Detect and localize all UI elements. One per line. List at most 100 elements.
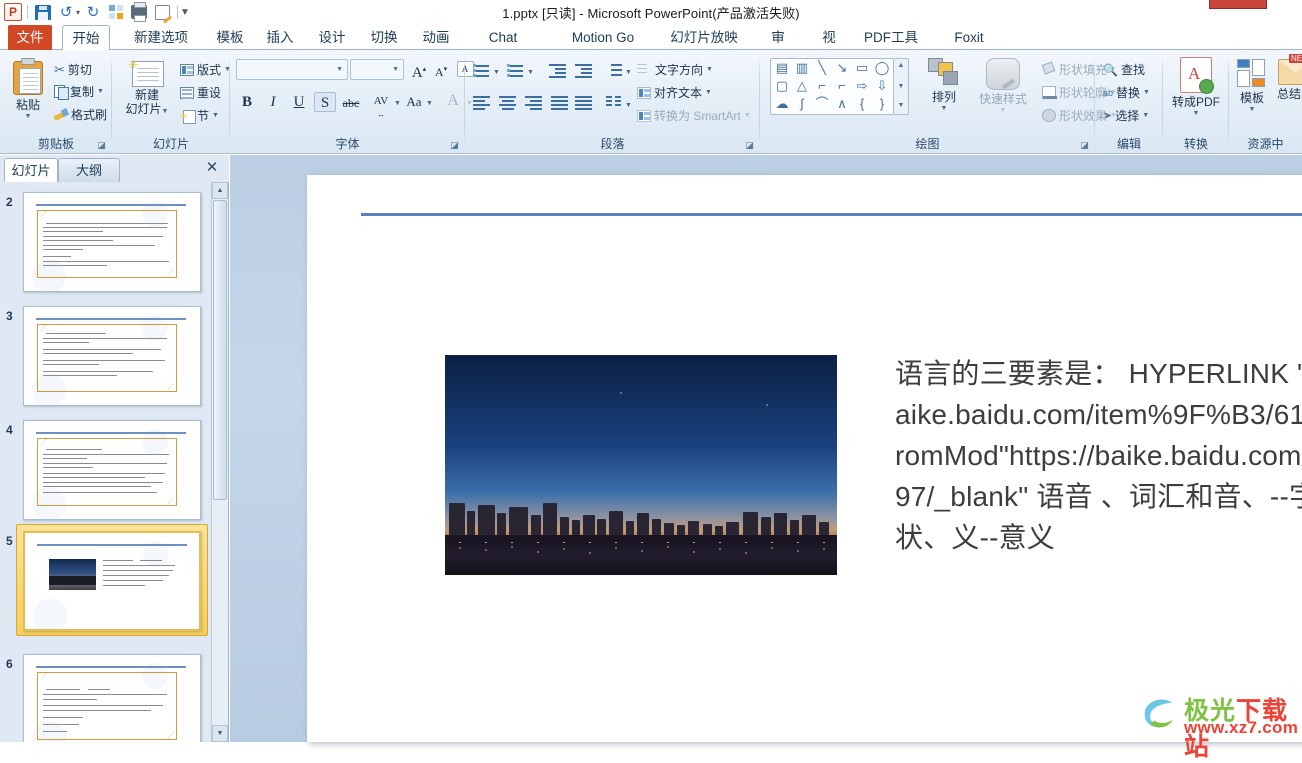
shapes-gallery[interactable]: ▤ ▥ ╲ ↘ ▭ ◯ ▢ △ ⌐ ⌐ ⇨ ⇩ ☁ ʃ ⌒ ∧ { } bbox=[770, 58, 894, 115]
arrange-dropdown-icon[interactable]: ▼ bbox=[918, 105, 970, 112]
slide-thumbnail-list[interactable]: 2 ⋰ ⋰ 3 ⋰ ⋰ 4 ⋰ ⋰ 5 6 ⋰ ⋰ bbox=[0, 182, 212, 742]
shrink-font-button[interactable]: A▾ bbox=[430, 59, 452, 79]
tab-home[interactable]: 开始 bbox=[62, 25, 110, 51]
convert-to-pdf-button[interactable]: 转成PDF ▼ bbox=[1168, 57, 1224, 117]
tab-review[interactable]: 审阅 bbox=[757, 25, 799, 70]
shape-arc-icon[interactable]: ∧ bbox=[833, 96, 851, 112]
bullets-icon[interactable] bbox=[473, 62, 491, 78]
align-text-button[interactable]: 对齐文本 ▼ bbox=[637, 84, 712, 101]
replace-button[interactable]: ab 替换 ▼ bbox=[1103, 84, 1150, 101]
columns-dropdown-icon[interactable]: ▼ bbox=[625, 102, 632, 109]
tab-view[interactable]: 视图 bbox=[808, 25, 850, 70]
shape-curve-icon[interactable]: ⌒ bbox=[813, 96, 831, 112]
shapes-scroll-down-icon[interactable]: ▼ bbox=[894, 83, 908, 90]
tab-animations[interactable]: 动画 bbox=[414, 25, 458, 50]
shape-right-brace-icon[interactable]: } bbox=[873, 96, 891, 112]
font-size-input[interactable]: ▼ bbox=[350, 59, 404, 80]
columns-icon[interactable] bbox=[605, 95, 623, 111]
quick-styles-dropdown-icon[interactable]: ▼ bbox=[972, 107, 1034, 114]
shape-arrow-icon[interactable]: ↘ bbox=[833, 60, 851, 76]
text-direction-button[interactable]: 文字方向 ▼ bbox=[637, 61, 713, 78]
character-spacing-button[interactable]: AV ↔ bbox=[368, 91, 394, 119]
panel-tab-slides[interactable]: 幻灯片 bbox=[4, 158, 58, 182]
shape-triangle-icon[interactable]: △ bbox=[793, 78, 811, 94]
thumbnail-slide-2[interactable]: 2 ⋰ ⋰ bbox=[0, 192, 212, 297]
drawing-dialog-launcher[interactable]: ◪ bbox=[1079, 140, 1090, 151]
text-direction-dropdown-icon[interactable]: ▼ bbox=[706, 66, 713, 73]
smartart-dropdown-icon[interactable]: ▼ bbox=[744, 112, 751, 119]
slide-image-placeholder[interactable] bbox=[445, 355, 837, 575]
copy-button[interactable]: 复制 ▼ bbox=[54, 83, 104, 100]
thumbnail-preview[interactable]: ⋰ ⋰ bbox=[23, 192, 201, 292]
panel-tab-strip[interactable]: 幻灯片 大纲 ✕ bbox=[0, 155, 229, 182]
find-button[interactable]: 🔍 查找 bbox=[1103, 61, 1145, 78]
tab-design[interactable]: 设计 bbox=[310, 25, 354, 50]
font-dialog-launcher[interactable]: ◪ bbox=[449, 140, 460, 151]
tab-template[interactable]: 模板 bbox=[208, 25, 252, 50]
thumbnail-preview[interactable]: ⋰ ⋰ bbox=[23, 654, 201, 742]
font-name-input[interactable]: ▼ bbox=[236, 59, 348, 80]
panel-tab-outline[interactable]: 大纲 bbox=[58, 158, 120, 182]
quick-styles-button[interactable]: 快速样式 ▼ bbox=[972, 58, 1034, 114]
shape-elbow-icon[interactable]: ⌐ bbox=[813, 78, 831, 94]
copy-dropdown-icon[interactable]: ▼ bbox=[97, 88, 104, 95]
tab-insert[interactable]: 插入 bbox=[258, 25, 302, 50]
reset-button[interactable]: 重设 bbox=[180, 84, 221, 101]
summary-report-button[interactable]: NEW 总结汇 bbox=[1273, 54, 1302, 102]
slide-body-text[interactable]: 语言的三要素是： HYPERLINK "https://baike.baidu.… bbox=[895, 353, 1302, 558]
format-painter-button[interactable]: 格式刷 bbox=[54, 106, 107, 123]
window-close-button[interactable] bbox=[1209, 0, 1267, 9]
tab-slideshow[interactable]: 幻灯片放映 bbox=[662, 25, 746, 50]
font-name-dropdown-icon[interactable]: ▼ bbox=[336, 66, 343, 73]
line-spacing-dropdown-icon[interactable]: ▼ bbox=[625, 69, 632, 76]
panel-scrollbar[interactable]: ▲ ▼ bbox=[211, 182, 228, 742]
template-dropdown-icon[interactable]: ▼ bbox=[1233, 106, 1271, 113]
italic-button[interactable]: I bbox=[262, 92, 284, 112]
new-slide-button[interactable]: ✳ 新建 幻灯片▼ bbox=[118, 58, 176, 119]
scrollbar-thumb[interactable] bbox=[213, 200, 227, 500]
character-spacing-dropdown-icon[interactable]: ▼ bbox=[394, 100, 401, 107]
shape-down-arrow-icon[interactable]: ⇩ bbox=[873, 78, 891, 94]
shape-textbox-icon[interactable]: ▤ bbox=[773, 60, 791, 76]
slide-canvas[interactable]: 语言的三要素是： HYPERLINK "https://baike.baidu.… bbox=[307, 175, 1302, 742]
shadow-button[interactable]: S bbox=[314, 92, 336, 112]
increase-indent-icon[interactable] bbox=[575, 62, 593, 78]
decrease-indent-icon[interactable] bbox=[549, 62, 567, 78]
tab-new-tab[interactable]: 新建选项卡 bbox=[120, 25, 202, 70]
align-text-dropdown-icon[interactable]: ▼ bbox=[705, 89, 712, 96]
shapes-gallery-scrollbar[interactable]: ▲ ▼ ▼ bbox=[894, 58, 909, 115]
shape-left-brace-icon[interactable]: { bbox=[853, 96, 871, 112]
shape-elbow2-icon[interactable]: ⌐ bbox=[833, 78, 851, 94]
convert-smartart-button[interactable]: 转换为 SmartArt ▼ bbox=[637, 107, 751, 124]
shape-oval-icon[interactable]: ◯ bbox=[873, 60, 891, 76]
clipboard-dialog-launcher[interactable]: ◪ bbox=[96, 140, 107, 151]
shape-line-icon[interactable]: ╲ bbox=[813, 60, 831, 76]
distribute-icon[interactable] bbox=[575, 95, 593, 111]
thumbnail-slide-5[interactable]: 5 bbox=[0, 524, 212, 648]
shapes-scroll-up-icon[interactable]: ▲ bbox=[894, 62, 908, 69]
underline-button[interactable]: U bbox=[288, 92, 310, 112]
arrange-button[interactable]: 排列 ▼ bbox=[918, 58, 970, 112]
convert-to-pdf-dropdown-icon[interactable]: ▼ bbox=[1168, 110, 1224, 117]
change-case-dropdown-icon[interactable]: ▼ bbox=[426, 100, 433, 107]
thumbnail-preview[interactable] bbox=[23, 531, 201, 631]
template-button[interactable]: 模板 ▼ bbox=[1233, 59, 1271, 113]
numbering-dropdown-icon[interactable]: ▼ bbox=[527, 69, 534, 76]
shape-rectangle-icon[interactable]: ▭ bbox=[853, 60, 871, 76]
ribbon-tab-strip[interactable]: 文件 开始 新建选项卡 模板 插入 设计 切换 动画 Chat PPT Moti… bbox=[0, 25, 1302, 70]
section-dropdown-icon[interactable]: ▼ bbox=[212, 112, 219, 119]
scroll-up-icon[interactable]: ▲ bbox=[212, 182, 228, 199]
shape-right-arrow-icon[interactable]: ⇨ bbox=[853, 78, 871, 94]
strikethrough-button[interactable]: abc bbox=[340, 93, 362, 113]
bullets-dropdown-icon[interactable]: ▼ bbox=[493, 69, 500, 76]
shape-chart-icon[interactable]: ▥ bbox=[793, 60, 811, 76]
select-dropdown-icon[interactable]: ▼ bbox=[1142, 112, 1149, 119]
font-color-button[interactable]: A bbox=[442, 91, 464, 111]
thumbnail-slide-4[interactable]: 4 ⋰ ⋰ bbox=[0, 420, 212, 525]
new-slide-dropdown-icon[interactable]: ▼ bbox=[162, 108, 169, 115]
close-panel-button[interactable]: ✕ bbox=[203, 159, 221, 177]
thumbnail-preview[interactable]: ⋰ ⋰ bbox=[23, 420, 201, 520]
shapes-more-icon[interactable]: ▼ bbox=[894, 102, 908, 109]
thumbnail-preview[interactable]: ⋰ ⋰ bbox=[23, 306, 201, 406]
tab-pdf-tools[interactable]: PDF工具 bbox=[856, 25, 926, 50]
